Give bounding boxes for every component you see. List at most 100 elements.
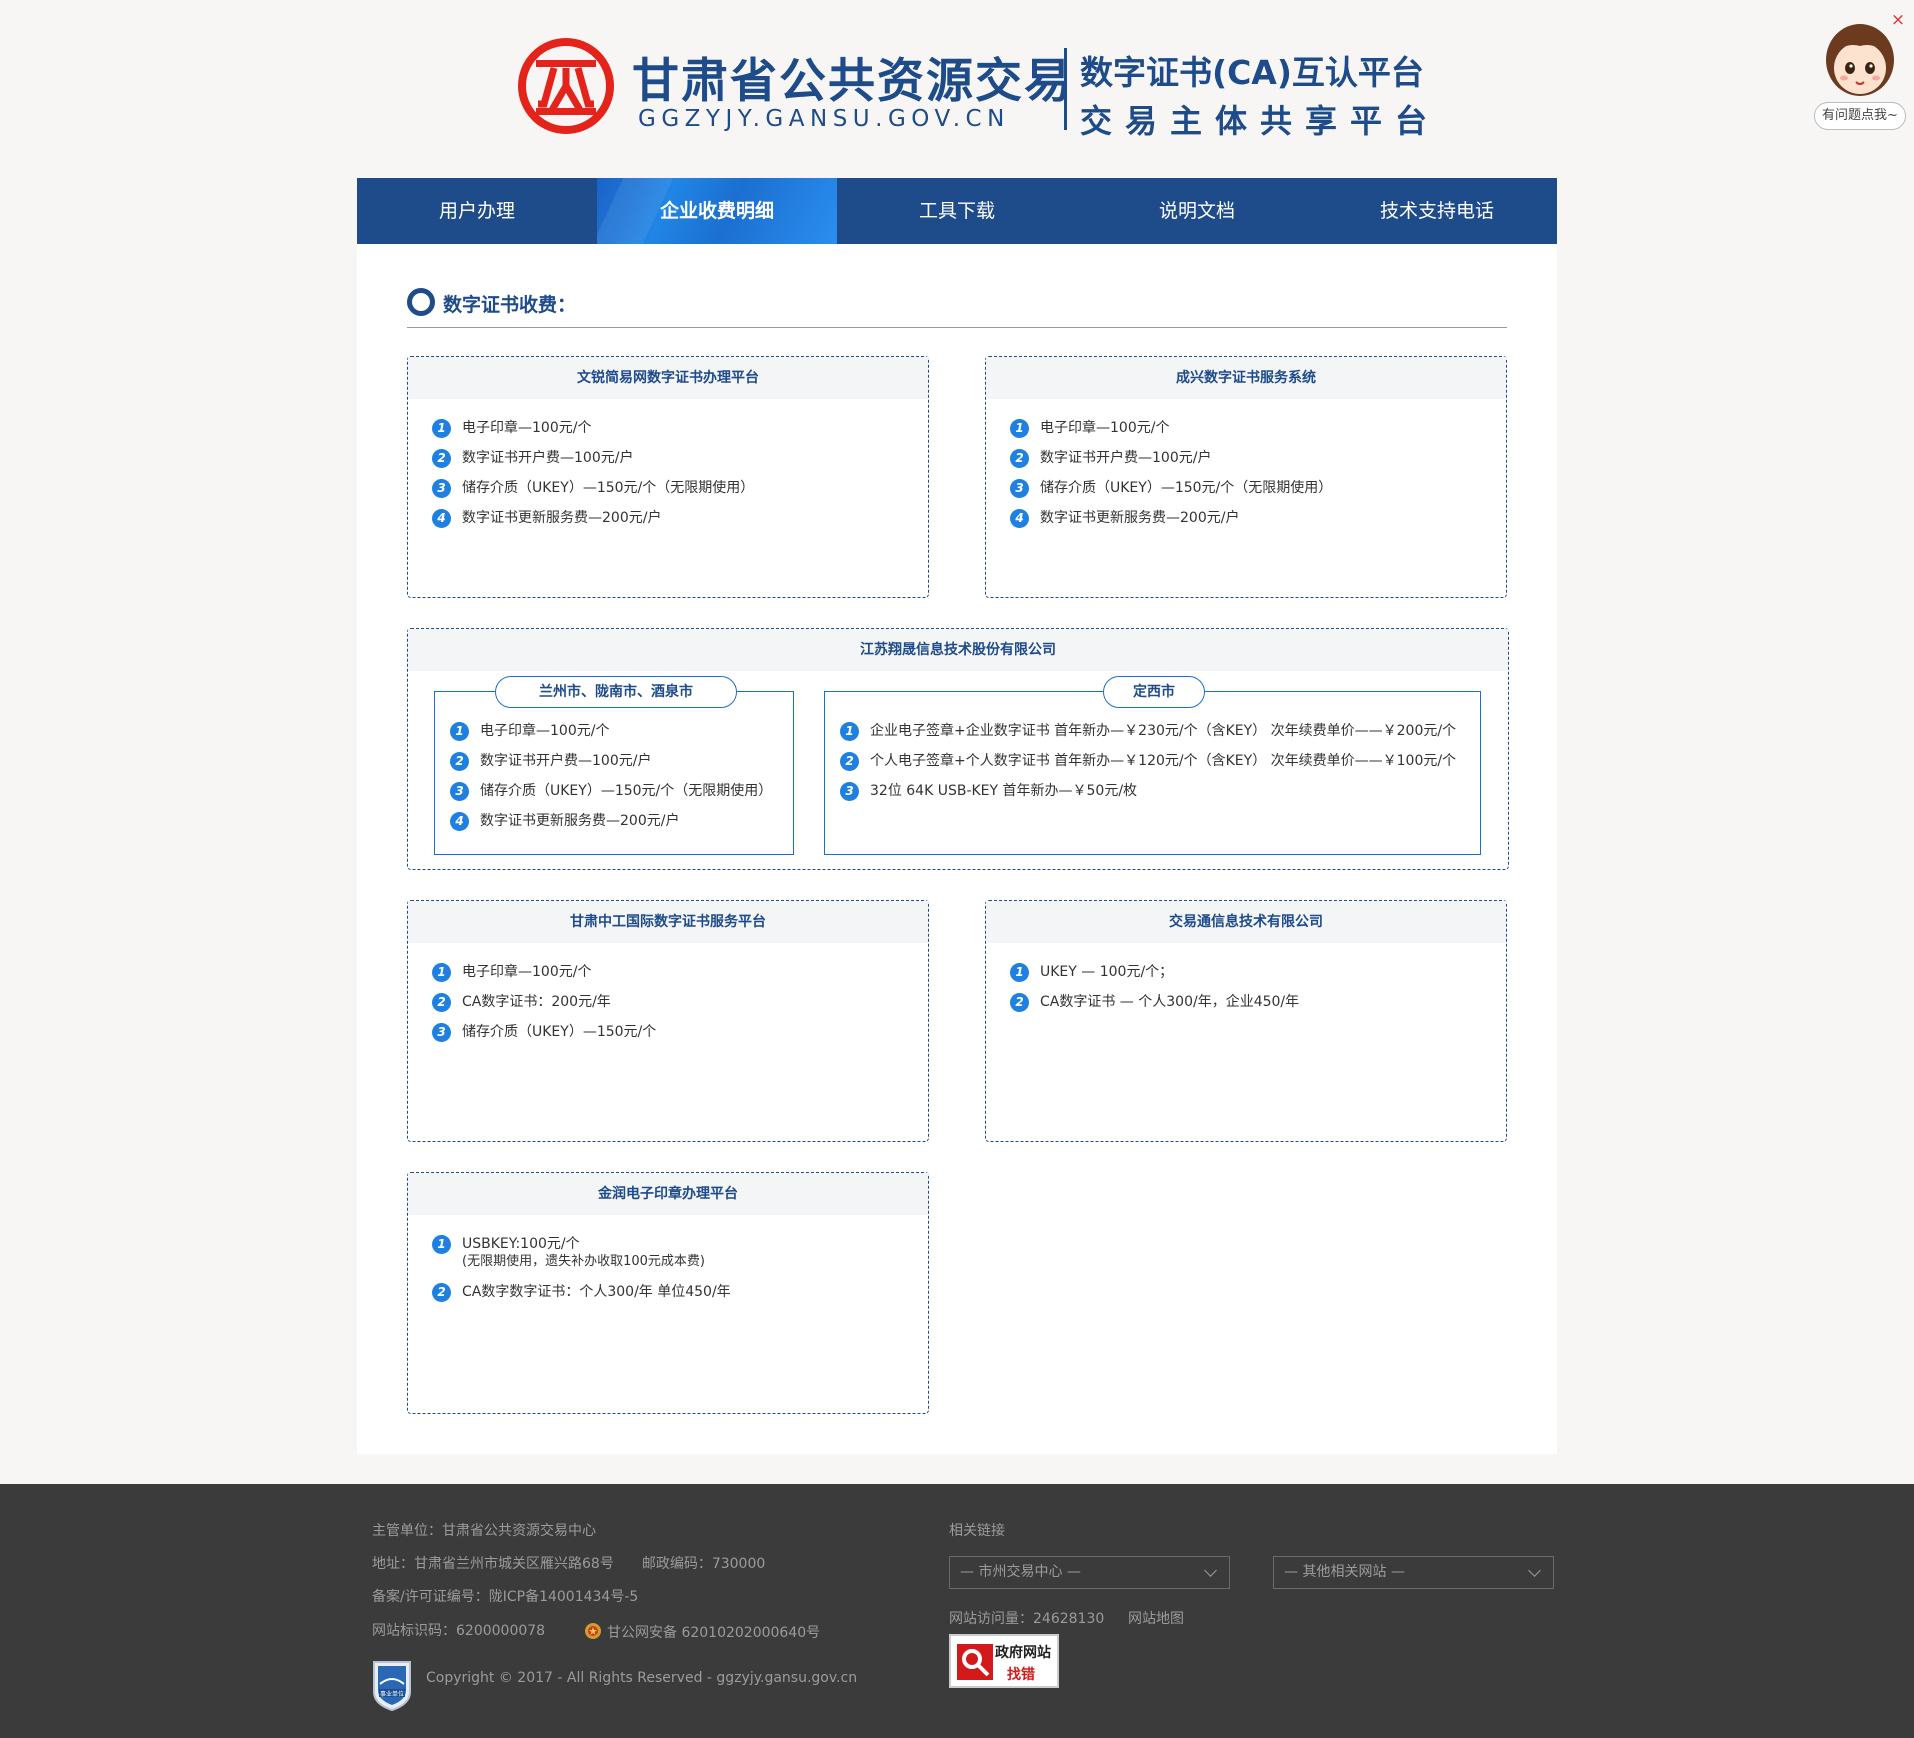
assistant-avatar-icon[interactable] <box>1824 20 1896 98</box>
item-text: 数字证书更新服务费—200元/户 <box>480 813 680 829</box>
nav-item-documentation[interactable]: 说明文档 <box>1077 178 1317 244</box>
footer-icp[interactable]: 备案/许可证编号：陇ICP备14001434号-5 <box>372 1586 638 1606</box>
other-sites-select[interactable]: — 其他相关网站 — <box>1273 1556 1554 1589</box>
item-text: 储存介质（UKEY）—150元/个（无限期使用） <box>1040 480 1333 496</box>
platform-title-line1: 数字证书(CA)互认平台 <box>1080 53 1424 92</box>
platform-title-line2: 交易主体共享平台 <box>1080 102 1441 140</box>
number-1-icon: 1 <box>450 722 469 741</box>
item-text: 数字证书更新服务费—200元/户 <box>1040 510 1240 526</box>
item-text: 32位 64K USB-KEY 首年新办—￥50元/枚 <box>870 783 1138 799</box>
card-title: 交易通信息技术有限公司 <box>986 901 1506 943</box>
main-nav: 用户办理 企业收费明细 工具下载 说明文档 技术支持电话 <box>357 178 1557 244</box>
public-institution-badge-icon[interactable]: 事业单位 <box>370 1658 414 1712</box>
item-text: 电子印章—100元/个 <box>480 723 610 739</box>
fee-card-zhonggong: 甘肃中工国际数字证书服务平台 1 电子印章—100元/个 2 CA数字证书：200元… <box>407 900 929 1142</box>
number-3-icon: 3 <box>432 1023 451 1042</box>
related-links-label: 相关链接 <box>949 1523 1005 1539</box>
nav-item-label: 技术支持电话 <box>1379 200 1494 222</box>
number-3-icon: 3 <box>432 479 451 498</box>
footer-copyright: Copyright © 2017 - All Rights Reserved -… <box>426 1670 858 1686</box>
list-item: 3 储存介质（UKEY）—150元/个（无限期使用） <box>450 782 793 801</box>
number-1-icon: 1 <box>432 963 451 982</box>
fee-list: 1 电子印章—100元/个 2 数字证书开户费—100元/户 3 储存介质（UKEY）… <box>986 399 1506 528</box>
police-badge-icon <box>585 1623 601 1639</box>
error-button-line2: 找错 <box>1007 1667 1035 1683</box>
city-center-select[interactable]: — 市州交易中心 — <box>949 1556 1230 1589</box>
error-button-line1: 政府网站 <box>995 1645 1051 1661</box>
item-text: 数字证书开户费—100元/户 <box>480 753 652 769</box>
ring-icon <box>407 288 435 316</box>
item-text: 储存介质（UKEY）—150元/个 <box>462 1024 657 1040</box>
item-text: 储存介质（UKEY）—150元/个（无限期使用） <box>480 783 773 799</box>
item-text: 企业电子签章+企业数字证书 首年新办—￥230元/个（含KEY） 次年续费单价—… <box>870 723 1457 739</box>
number-2-icon: 2 <box>432 993 451 1012</box>
nav-item-label: 用户办理 <box>438 200 515 222</box>
number-2-icon: 2 <box>432 449 451 468</box>
number-2-icon: 2 <box>450 752 469 771</box>
region-panel-lanzhou: 兰州市、陇南市、酒泉市 1 电子印章—100元/个 2 数字证书开户费—100元/户… <box>434 676 794 855</box>
list-item: 1 USBKEY:100元/个 (无限期使用，遗失补办收取100元成本费) <box>432 1235 928 1271</box>
number-4-icon: 4 <box>1010 509 1029 528</box>
helper-bubble[interactable]: 有问题点我~ <box>1814 102 1906 130</box>
list-item: 2 数字证书开户费—100元/户 <box>1010 449 1506 468</box>
section-title: 数字证书收费： <box>443 294 577 316</box>
region-tab-dingxi[interactable]: 定西市 <box>1103 676 1205 708</box>
card-title: 江苏翔晟信息技术股份有限公司 <box>408 629 1508 671</box>
site-header: 甘肃省公共资源交易 GGZYJY.GANSU.GOV.CN 数字证书(CA)互认… <box>0 0 1914 178</box>
list-item: 4 数字证书更新服务费—200元/户 <box>450 812 793 831</box>
number-3-icon: 3 <box>1010 479 1029 498</box>
list-item: 1 电子印章—100元/个 <box>1010 419 1506 438</box>
item-text: CA数字数字证书：个人300/年 单位450/年 <box>462 1284 731 1300</box>
number-2-icon: 2 <box>432 1283 451 1302</box>
item-text: 数字证书开户费—100元/户 <box>1040 450 1212 466</box>
select-value: — 其他相关网站 — <box>1284 1564 1405 1580</box>
list-item: 2 数字证书开户费—100元/户 <box>450 752 793 771</box>
fee-list: 1 电子印章—100元/个 2 数字证书开户费—100元/户 3 储存介质（UKEY）… <box>408 399 928 528</box>
fee-list: 1 UKEY — 100元/个； 2 CA数字证书 — 个人300/年，企业450/… <box>986 943 1506 1012</box>
number-2-icon: 2 <box>1010 449 1029 468</box>
item-text: 电子印章—100元/个 <box>462 964 592 980</box>
list-item: 3 32位 64K USB-KEY 首年新办—￥50元/枚 <box>840 782 1480 801</box>
list-item: 2 CA数字证书 — 个人300/年，企业450/年 <box>1010 993 1506 1012</box>
list-item: 3 储存介质（UKEY）—150元/个 <box>432 1023 928 1042</box>
list-item: 1 电子印章—100元/个 <box>450 722 793 741</box>
number-4-icon: 4 <box>432 509 451 528</box>
fee-card-jiangsu: 江苏翔晟信息技术股份有限公司 兰州市、陇南市、酒泉市 1 电子印章—100元/个 … <box>407 628 1509 870</box>
number-2-icon: 2 <box>840 752 859 771</box>
item-text: 个人电子签章+个人数字证书 首年新办—￥120元/个（含KEY） 次年续费单价—… <box>870 753 1457 769</box>
gov-site-error-report-button[interactable]: 政府网站 找错 <box>949 1634 1059 1688</box>
number-2-icon: 2 <box>1010 993 1029 1012</box>
fee-list: 1 USBKEY:100元/个 (无限期使用，遗失补办收取100元成本费) 2C… <box>408 1215 928 1302</box>
card-title: 文锐简易网数字证书办理平台 <box>408 357 928 399</box>
item-text: CA数字证书 — 个人300/年，企业450/年 <box>1040 994 1300 1010</box>
number-4-icon: 4 <box>450 812 469 831</box>
sitemap-link[interactable]: 网站地图 <box>1128 1608 1184 1628</box>
nav-item-tool-download[interactable]: 工具下载 <box>837 178 1077 244</box>
list-item: 1 电子印章—100元/个 <box>432 419 928 438</box>
nav-item-label: 说明文档 <box>1158 200 1235 222</box>
item-text: 数字证书更新服务费—200元/户 <box>462 510 662 526</box>
list-item: 2 个人电子签章+个人数字证书 首年新办—￥120元/个（含KEY） 次年续费单价… <box>840 752 1480 771</box>
nav-item-user-processing[interactable]: 用户办理 <box>357 178 597 244</box>
list-item: 1 企业电子签章+企业数字证书 首年新办—￥230元/个（含KEY） 次年续费单价… <box>840 722 1480 741</box>
fee-card-jinrun: 金润电子印章办理平台 1 USBKEY:100元/个 (无限期使用，遗失补办收取… <box>407 1172 929 1414</box>
footer-site-code: 网站标识码：6200000078 <box>372 1623 546 1639</box>
visit-count: 网站访问量：24628130 <box>949 1611 1105 1627</box>
footer-police-record[interactable]: 甘公网安备 62010202000640号 <box>607 1622 820 1642</box>
fee-list: 1 企业电子签章+企业数字证书 首年新办—￥230元/个（含KEY） 次年续费单价… <box>825 692 1480 801</box>
card-title: 甘肃中工国际数字证书服务平台 <box>408 901 928 943</box>
number-1-icon: 1 <box>1010 963 1029 982</box>
chevron-down-icon <box>1204 1564 1217 1577</box>
region-tab-lanzhou[interactable]: 兰州市、陇南市、酒泉市 <box>495 676 737 708</box>
number-1-icon: 1 <box>432 419 451 438</box>
list-item: 3 储存介质（UKEY）—150元/个（无限期使用） <box>432 479 928 498</box>
item-text: USBKEY:100元/个 <box>462 1236 580 1252</box>
ggzyjy-logo-icon[interactable] <box>518 38 614 134</box>
nav-item-support-phone[interactable]: 技术支持电话 <box>1317 178 1557 244</box>
helper-close-icon[interactable]: × <box>1888 10 1908 30</box>
list-item: 2 数字证书开户费—100元/户 <box>432 449 928 468</box>
fee-list: 1 电子印章—100元/个 2 数字证书开户费—100元/户 3 储存介质（UKEY）… <box>435 692 793 831</box>
item-text: 储存介质（UKEY）—150元/个（无限期使用） <box>462 480 755 496</box>
magnifier-icon <box>957 1644 993 1680</box>
nav-item-enterprise-fees[interactable]: 企业收费明细 <box>597 178 837 244</box>
